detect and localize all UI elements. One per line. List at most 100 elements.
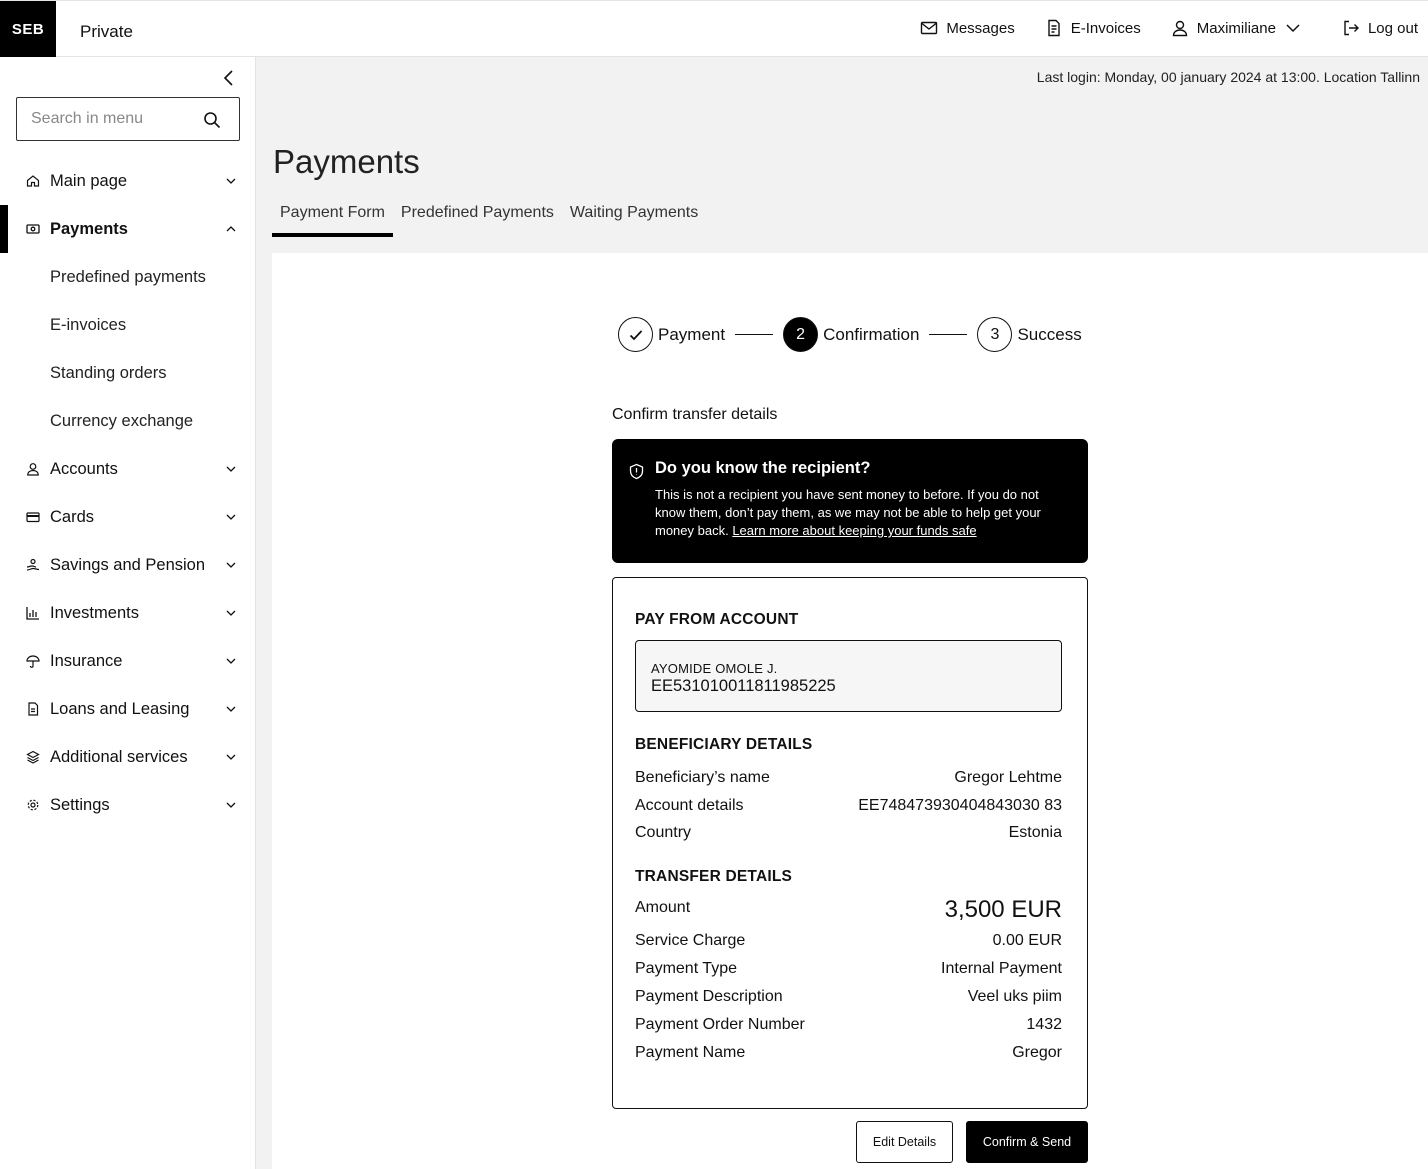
row-label: Country (635, 824, 692, 841)
sidebar-item-label: Accounts (50, 459, 118, 478)
chevron-down-icon (1286, 24, 1300, 33)
edit-details-button[interactable]: Edit Details (856, 1121, 953, 1163)
tab-predefined-payments[interactable]: Predefined Payments (393, 200, 562, 237)
sidebar: Main page Payments Predefined payments E… (0, 57, 256, 1169)
transfer-summary: PAY FROM ACCOUNT AYOMIDE OMOLE J. EE5310… (612, 577, 1088, 1109)
detail-row: Beneficiary’s name Gregor Lehtme (635, 769, 1062, 787)
sidebar-item-label: Insurance (50, 651, 123, 670)
chevron-up-icon (226, 226, 236, 232)
row-label: Beneficiary’s name (635, 769, 770, 786)
detail-row: Country Estonia (635, 824, 1062, 842)
messages-link[interactable]: Messages (920, 19, 1015, 37)
detail-row: Account details EE748473930404843030 83 (635, 797, 1062, 815)
chevron-down-icon (226, 802, 236, 808)
step-circle: 3 (977, 317, 1013, 352)
chevron-down-icon (226, 562, 236, 568)
sidebar-menu: Main page Payments Predefined payments E… (0, 157, 255, 829)
logout-link[interactable]: Log out (1342, 19, 1418, 37)
sidebar-subitem-standing-orders[interactable]: Standing orders (0, 349, 255, 397)
user-name: Maximiliane (1196, 19, 1276, 37)
chevron-down-icon (226, 466, 236, 472)
sidebar-item-accounts[interactable]: Accounts (0, 445, 255, 493)
alert-title: Do you know the recipient? (655, 459, 871, 477)
sidebar-item-label: Savings and Pension (50, 555, 206, 574)
detail-row: Service Charge 0.00 EUR (635, 932, 1062, 950)
layers-icon (26, 750, 40, 764)
tab-payment-form[interactable]: Payment Form (272, 200, 393, 237)
detail-row: Payment Type Internal Payment (635, 960, 1062, 978)
recipient-warning: Do you know the recipient? This is not a… (612, 439, 1088, 563)
funds-safety-link[interactable]: Learn more about keeping your funds safe (732, 523, 976, 538)
sidebar-item-payments[interactable]: Payments (0, 205, 255, 253)
envelope-icon (921, 21, 938, 35)
step-circle: 2 (783, 317, 819, 352)
tab-waiting-payments[interactable]: Waiting Payments (562, 200, 706, 237)
sidebar-item-label: Loans and Leasing (50, 699, 190, 718)
row-value: Gregor (1012, 1044, 1062, 1061)
logout-label: Log out (1367, 19, 1418, 37)
row-value: 1432 (1026, 1016, 1062, 1033)
sidebar-item-label: Investments (50, 603, 139, 622)
pay-from-account: AYOMIDE OMOLE J. EE531010011811985225 (635, 640, 1062, 712)
sidebar-subitem-e-invoices[interactable]: E-invoices (0, 301, 255, 349)
row-value: Veel uks piim (967, 988, 1062, 1005)
home-icon (26, 174, 40, 188)
row-label: Payment Order Number (635, 1016, 805, 1033)
step-success: 3 Success (977, 317, 1082, 352)
top-bar: SEB Private Messages E-Invoices Maximili… (0, 0, 1428, 58)
chart-icon (26, 606, 40, 620)
tabs: Payment Form Predefined Payments Waiting… (272, 200, 706, 237)
row-value: 0.00 EUR (992, 932, 1062, 949)
step-label: Payment (658, 324, 726, 344)
logout-icon (1344, 20, 1359, 36)
detail-row: Payment Description Veel uks piim (635, 988, 1062, 1006)
confirm-send-button[interactable]: Confirm & Send (966, 1121, 1088, 1163)
sidebar-item-main-page[interactable]: Main page (0, 157, 255, 205)
user-icon (26, 462, 40, 476)
sidebar-item-investments[interactable]: Investments (0, 589, 255, 637)
check-icon (629, 329, 642, 340)
search-box (16, 97, 240, 141)
last-login-info: Last login: Monday, 00 january 2024 at 1… (1036, 69, 1420, 85)
sidebar-item-label: Payments (50, 219, 128, 238)
sidebar-item-savings-and-pension[interactable]: Savings and Pension (0, 541, 255, 589)
stepper: Payment 2 Confirmation 3 Success (618, 317, 1082, 352)
step-connector (735, 334, 774, 335)
user-menu[interactable]: Maximiliane (1171, 19, 1302, 37)
sidebar-item-cards[interactable]: Cards (0, 493, 255, 541)
search-input[interactable] (31, 110, 201, 128)
chevron-left-icon[interactable] (220, 69, 238, 87)
row-label: Payment Type (635, 960, 737, 977)
sidebar-item-label: Cards (50, 507, 95, 526)
chevron-down-icon (226, 658, 236, 664)
detail-row: Payment Name Gregor (635, 1044, 1062, 1062)
detail-row: Amount 3,500 EUR (635, 896, 1062, 924)
detail-row: Payment Order Number 1432 (635, 1016, 1062, 1034)
user-icon (1172, 20, 1187, 37)
sidebar-item-label: Additional services (50, 747, 188, 766)
messages-label: Messages (946, 19, 1015, 37)
sidebar-item-additional-services[interactable]: Additional services (0, 733, 255, 781)
sidebar-item-label: Main page (50, 171, 128, 190)
chevron-down-icon (226, 706, 236, 712)
sidebar-item-insurance[interactable]: Insurance (0, 637, 255, 685)
einvoices-link[interactable]: E-Invoices (1045, 19, 1141, 37)
account-holder: AYOMIDE OMOLE J. (651, 661, 778, 676)
row-label: Account details (635, 797, 744, 814)
sidebar-subitem-currency-exchange[interactable]: Currency exchange (0, 397, 255, 445)
seb-logo[interactable]: SEB (0, 1, 56, 58)
sidebar-item-settings[interactable]: Settings (0, 781, 255, 829)
pay-from-title: PAY FROM ACCOUNT (635, 611, 799, 628)
confirm-title: Confirm transfer details (612, 406, 778, 423)
step-label: Success (1017, 324, 1082, 344)
sidebar-subitem-predefined-payments[interactable]: Predefined payments (0, 253, 255, 301)
page-title: Payments (273, 143, 420, 180)
card-icon (26, 510, 40, 524)
step-circle (618, 317, 653, 352)
step-label: Confirmation (823, 324, 920, 344)
search-icon[interactable] (203, 111, 221, 129)
row-label: Payment Description (635, 988, 783, 1005)
sidebar-item-loans-and-leasing[interactable]: Loans and Leasing (0, 685, 255, 733)
savings-icon (26, 558, 40, 572)
alert-body: This is not a recipient you have sent mo… (655, 486, 1070, 540)
